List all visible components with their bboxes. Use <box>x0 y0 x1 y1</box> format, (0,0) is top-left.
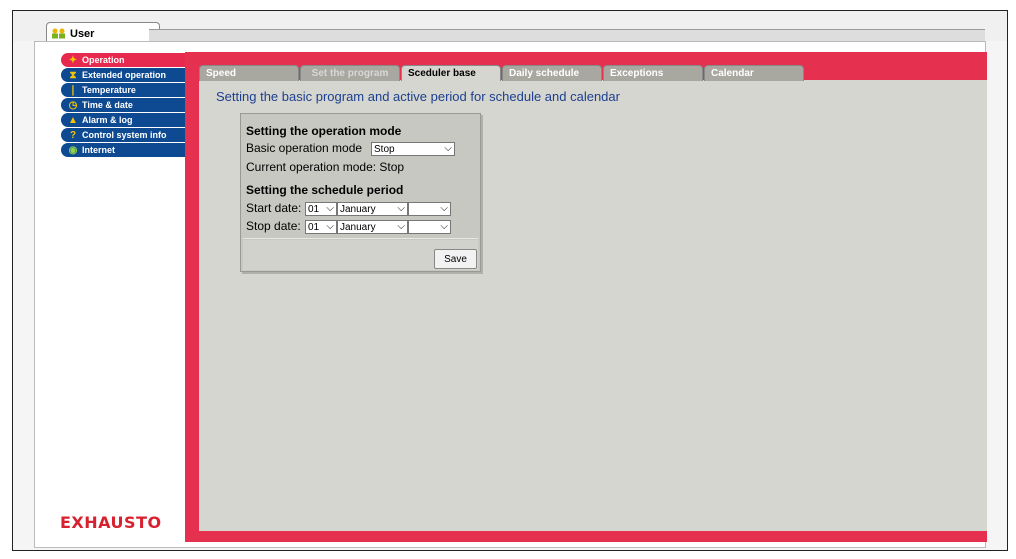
sidebar-item-control-system-info[interactable]: ? Control system info <box>61 128 185 142</box>
page-title: Setting the basic program and active per… <box>216 89 620 104</box>
chevron-down-icon: ⌵ <box>397 221 405 232</box>
thermometer-icon: ❘ <box>68 84 78 96</box>
sidebar-item-internet[interactable]: ◉ Internet <box>61 143 185 157</box>
basic-operation-mode-label: Basic operation mode <box>246 141 363 155</box>
tab-calendar[interactable]: Calendar <box>704 65 804 81</box>
tab-set-the-program[interactable]: Set the program <box>300 65 400 81</box>
chevron-down-icon: ⌵ <box>444 143 452 154</box>
sidebar-item-label: Internet <box>82 145 116 155</box>
chevron-down-icon: ⌵ <box>440 203 448 214</box>
hourglass-icon: ⧗ <box>69 69 77 81</box>
stop-day-value: 01 <box>308 221 320 233</box>
tab-sceduler-base[interactable]: Sceduler base <box>401 65 501 81</box>
start-month-select[interactable]: January ⌵ <box>337 202 408 216</box>
stop-date-label: Stop date: <box>246 219 301 233</box>
tab-speed[interactable]: Speed <box>199 65 299 81</box>
chevron-down-icon: ⌵ <box>440 221 448 232</box>
tabbar-line <box>149 29 985 41</box>
sidebar-item-extended-operation[interactable]: ⧗ Extended operation <box>61 68 185 82</box>
stop-day-select[interactable]: 01 ⌵ <box>305 220 337 234</box>
chevron-down-icon: ⌵ <box>397 203 405 214</box>
globe-icon: ◉ <box>68 144 78 156</box>
sidebar-item-label: Extended operation <box>82 70 167 80</box>
sidebar-item-label: Operation <box>82 55 125 65</box>
user-tab-label: User <box>70 27 95 40</box>
sidebar-item-alarm-log[interactable]: ▲ Alarm & log <box>61 113 185 127</box>
schedule-period-heading: Setting the schedule period <box>246 183 404 197</box>
current-operation-mode: Current operation mode: Stop <box>246 160 405 174</box>
start-month-value: January <box>340 203 376 215</box>
start-date-label: Start date: <box>246 201 302 215</box>
sidebar-item-time-date[interactable]: ◷ Time & date <box>61 98 185 112</box>
clock-icon: ◷ <box>68 99 78 111</box>
start-day-select[interactable]: 01 ⌵ <box>305 202 337 216</box>
sidebar-item-label: Time & date <box>82 100 133 110</box>
users-icon <box>51 28 67 39</box>
tab-exceptions[interactable]: Exceptions <box>603 65 703 81</box>
box-divider <box>243 238 478 239</box>
exhausto-logo: EXHAUSTO <box>60 513 162 532</box>
operation-mode-heading: Setting the operation mode <box>246 124 402 138</box>
sidebar-item-label: Control system info <box>82 130 167 140</box>
sidebar: ✦ Operation ⧗ Extended operation ❘ Tempe… <box>61 53 185 158</box>
tab-bar: Speed Set the program Sceduler base Dail… <box>199 65 805 81</box>
stop-month-select[interactable]: January ⌵ <box>337 220 408 234</box>
save-button[interactable]: Save <box>434 249 477 269</box>
tools-icon: ✦ <box>68 54 78 66</box>
chevron-down-icon: ⌵ <box>326 203 334 214</box>
bell-icon: ▲ <box>68 114 78 126</box>
chevron-down-icon: ⌵ <box>326 221 334 232</box>
question-icon: ? <box>69 129 77 141</box>
stop-year-select[interactable]: ⌵ <box>408 220 451 234</box>
start-year-select[interactable]: ⌵ <box>408 202 451 216</box>
stop-month-value: January <box>340 221 376 233</box>
tab-daily-schedule[interactable]: Daily schedule <box>502 65 602 81</box>
sidebar-item-temperature[interactable]: ❘ Temperature <box>61 83 185 97</box>
sidebar-item-label: Alarm & log <box>82 115 133 125</box>
basic-operation-mode-value: Stop <box>374 143 395 155</box>
start-day-value: 01 <box>308 203 320 215</box>
sidebar-item-operation[interactable]: ✦ Operation <box>61 53 185 67</box>
sidebar-item-label: Temperature <box>82 85 136 95</box>
settings-box: Setting the operation mode Basic operati… <box>240 113 481 272</box>
basic-operation-mode-select[interactable]: Stop ⌵ <box>371 142 455 156</box>
